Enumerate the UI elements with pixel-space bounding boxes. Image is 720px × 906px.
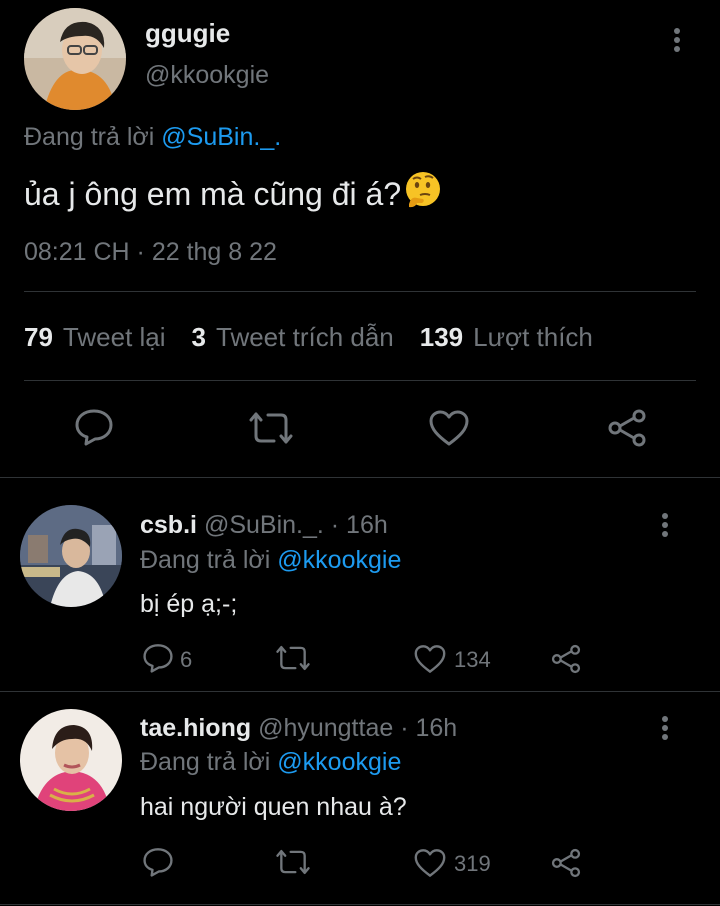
like-count: 319: [454, 851, 491, 876]
reply-header: tae.hiong @hyungttae · 16h: [140, 714, 457, 743]
tweet-time: · 16h: [400, 714, 458, 742]
reply-icon[interactable]: [74, 408, 114, 451]
more-icon[interactable]: [662, 513, 668, 540]
reply-context: Đang trả lời @kkookgie: [140, 748, 401, 777]
like-count: 134: [454, 647, 491, 672]
divider: [24, 380, 696, 381]
avatar[interactable]: [20, 505, 122, 607]
reply-prefix: Đang trả lời: [24, 123, 155, 151]
tweet-text: hai người quen nhau à?: [140, 793, 407, 821]
more-icon[interactable]: [662, 716, 668, 743]
quotes-stat[interactable]: 3 Tweet trích dẫn: [192, 322, 394, 353]
reply-prefix: Đang trả lời: [140, 546, 271, 574]
retweet-icon[interactable]: [248, 410, 294, 451]
tweet-timestamp: 08:21 CH · 22 thg 8 22: [24, 238, 277, 266]
main-tweet: ggugie @kkookgie Đang trả lời @SuBin._. …: [0, 0, 720, 478]
likes-stat[interactable]: 139 Lượt thích: [420, 322, 593, 353]
retweets-count: 79: [24, 322, 53, 352]
display-name[interactable]: csb.i: [140, 511, 197, 539]
reply-mention-link[interactable]: @SuBin._.: [161, 123, 281, 151]
divider: [24, 291, 696, 292]
reply-header: csb.i @SuBin._. · 16h: [140, 511, 388, 540]
handle[interactable]: @SuBin._.: [204, 511, 324, 539]
avatar[interactable]: [20, 709, 122, 811]
tweet-text-body: ủa j ông em mà cũng đi á?: [24, 175, 402, 212]
reply-prefix: Đang trả lời: [140, 748, 271, 776]
retweet-icon[interactable]: [275, 848, 311, 881]
like-icon[interactable]: [413, 644, 447, 679]
reply-icon[interactable]: [142, 847, 174, 882]
reply-mention-link[interactable]: @kkookgie: [277, 748, 401, 776]
reply-icon[interactable]: [142, 643, 174, 678]
reply-context: Đang trả lời @kkookgie: [140, 546, 401, 575]
retweet-icon[interactable]: [275, 644, 311, 677]
like-icon[interactable]: [413, 848, 447, 883]
reply-tweet[interactable]: csb.i @SuBin._. · 16h Đang trả lời @kkoo…: [0, 478, 720, 691]
share-icon[interactable]: [606, 408, 648, 453]
reply-count: 6: [180, 647, 193, 672]
share-icon[interactable]: [550, 643, 582, 680]
display-name[interactable]: tae.hiong: [140, 714, 251, 742]
reply-tweet[interactable]: tae.hiong @hyungttae · 16h Đang trả lời …: [0, 692, 720, 906]
reply-mention-link[interactable]: @kkookgie: [277, 546, 401, 574]
retweets-label: Tweet lại: [62, 322, 166, 352]
retweets-stat[interactable]: 79 Tweet lại: [24, 322, 166, 353]
handle[interactable]: @kkookgie: [145, 61, 269, 90]
likes-count: 139: [419, 322, 464, 352]
avatar[interactable]: [24, 8, 126, 110]
tweet-text: bị ép ạ;-;: [140, 590, 238, 618]
tweet-stats: 79 Tweet lại 3 Tweet trích dẫn 139 Lượt thí…: [24, 322, 619, 353]
divider: [0, 904, 720, 905]
more-icon[interactable]: [674, 28, 680, 55]
quotes-label: Tweet trích dẫn: [216, 322, 394, 352]
tweet-text: ủa j ông em mà cũng đi á?: [24, 170, 443, 218]
quotes-count: 3: [191, 322, 206, 352]
tweet-time: · 16h: [330, 511, 388, 539]
like-icon[interactable]: [428, 409, 470, 452]
likes-label: Lượt thích: [473, 322, 593, 352]
reply-context: Đang trả lời @SuBin._.: [24, 123, 281, 152]
thinking-emoji-icon: [403, 170, 443, 218]
handle[interactable]: @hyungttae: [258, 714, 393, 742]
share-icon[interactable]: [550, 847, 582, 884]
display-name[interactable]: ggugie: [145, 18, 230, 49]
